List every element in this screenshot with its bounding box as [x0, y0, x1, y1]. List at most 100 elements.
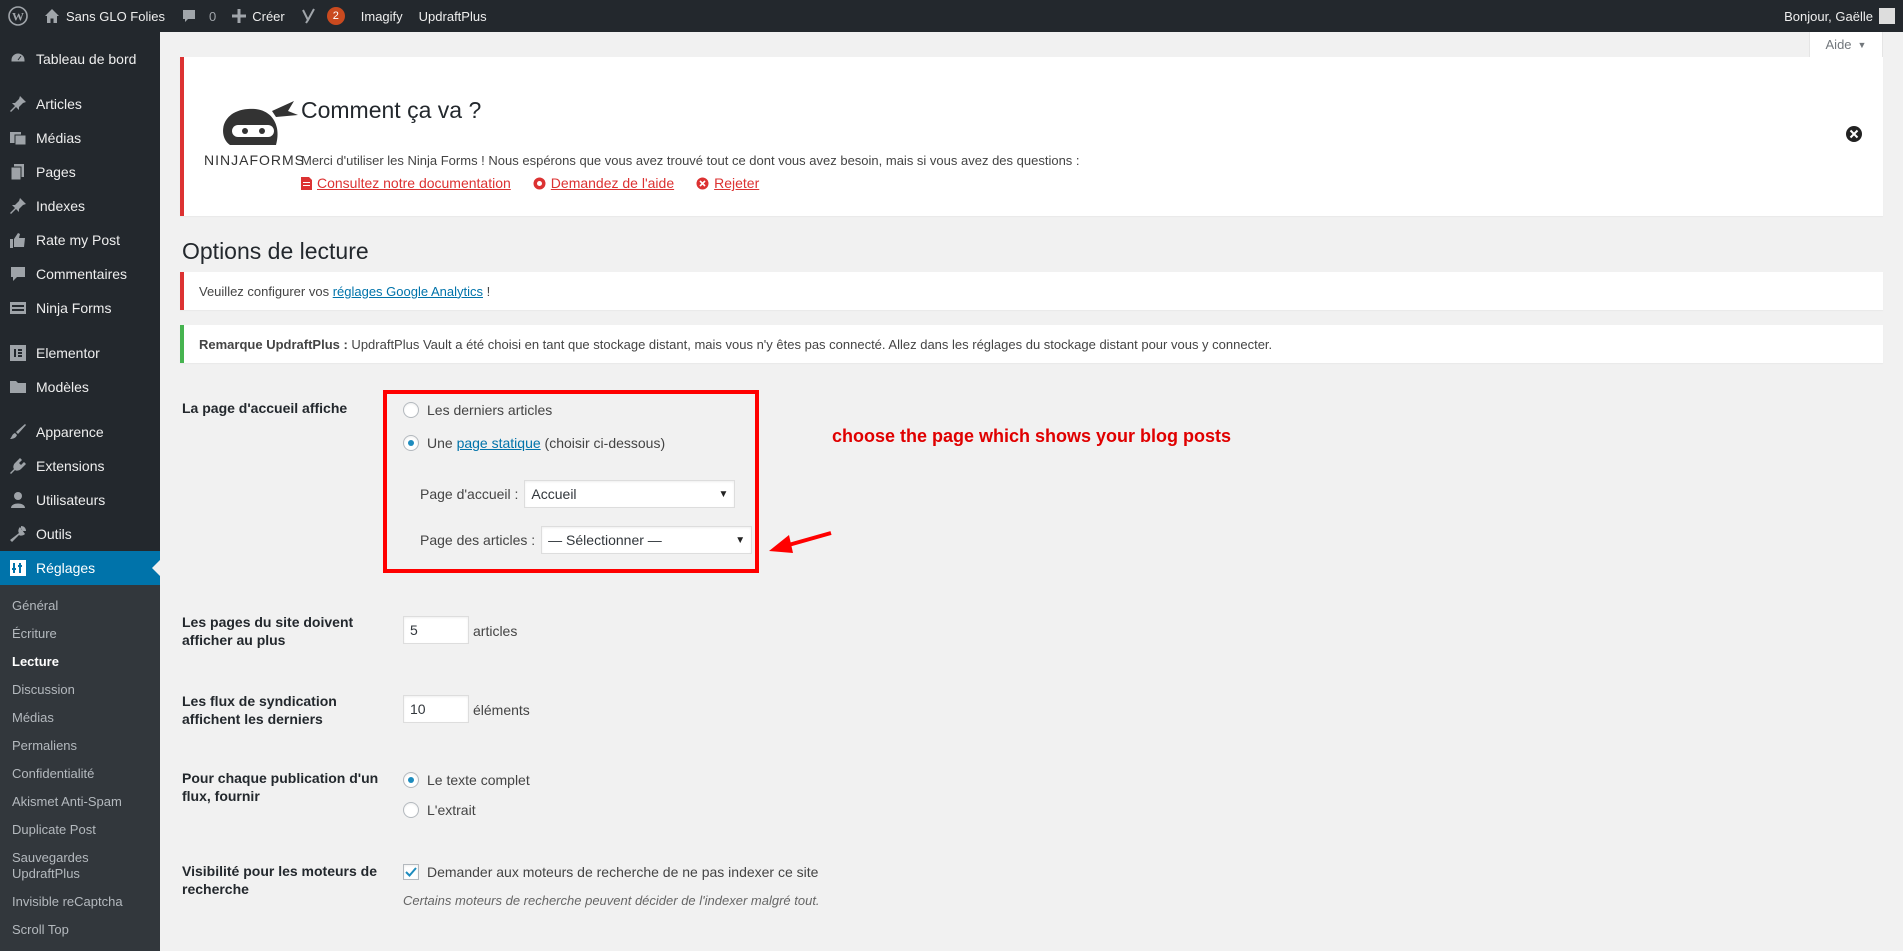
- submenu-permaliens[interactable]: Permaliens: [0, 732, 160, 760]
- pages-icon: [8, 162, 28, 182]
- radio-full-text[interactable]: Le texte complet: [403, 772, 530, 788]
- menu-label: Utilisateurs: [36, 492, 106, 508]
- form-icon: [8, 298, 28, 318]
- menu-label: Rate my Post: [36, 232, 121, 248]
- yoast-count-badge: 2: [326, 7, 345, 25]
- menu-articles[interactable]: Articles: [0, 87, 160, 121]
- wordpress-logo-icon[interactable]: W: [0, 0, 36, 32]
- menu-apparence[interactable]: Apparence: [0, 415, 160, 449]
- yoast-link[interactable]: 2: [293, 0, 353, 32]
- menu-outils[interactable]: Outils: [0, 517, 160, 551]
- elementor-icon: [8, 343, 28, 363]
- front-page-label: La page d'accueil affiche: [182, 400, 348, 416]
- docs-link-label: Consultez notre documentation: [317, 175, 511, 191]
- menu-label: Ninja Forms: [36, 300, 112, 316]
- menu-label: Modèles: [36, 379, 89, 395]
- folder-icon: [8, 377, 28, 397]
- notice-title: Comment ça va ?: [301, 97, 482, 123]
- pin-icon: [8, 94, 28, 114]
- submenu-duplicate-post[interactable]: Duplicate Post: [0, 816, 160, 844]
- thumbs-up-icon: [8, 230, 28, 250]
- create-label: Créer: [252, 8, 285, 24]
- updraft-notice-label: Remarque UpdraftPlus :: [199, 336, 348, 352]
- menu-utilisateurs[interactable]: Utilisateurs: [0, 483, 160, 517]
- menu-label: Extensions: [36, 458, 105, 474]
- menu-pages[interactable]: Pages: [0, 155, 160, 189]
- analytics-settings-link[interactable]: réglages Google Analytics: [333, 284, 483, 299]
- comments-link[interactable]: 0: [173, 0, 224, 32]
- submenu-medias[interactable]: Médias: [0, 704, 160, 732]
- radio-full-text-label: Le texte complet: [427, 772, 530, 788]
- submenu-lecture[interactable]: Lecture: [0, 648, 160, 676]
- admin-bar: W Sans GLO Folies 0 Créer 2 Imagify Updr…: [0, 0, 1903, 32]
- submenu-recaptcha[interactable]: Invisible reCaptcha: [0, 888, 160, 916]
- feed-items-input[interactable]: 10: [403, 695, 469, 723]
- radio-excerpt[interactable]: L'extrait: [403, 802, 476, 818]
- create-new-link[interactable]: Créer: [224, 0, 293, 32]
- menu-extensions[interactable]: Extensions: [0, 449, 160, 483]
- updraft-notice-text: UpdraftPlus Vault a été choisi en tant q…: [347, 336, 1273, 352]
- dismiss-icon: [696, 177, 709, 190]
- menu-separator: [0, 325, 160, 336]
- yoast-icon: [301, 8, 317, 24]
- submenu-discussion[interactable]: Discussion: [0, 676, 160, 704]
- radio-excerpt-label: L'extrait: [427, 802, 476, 818]
- user-icon: [8, 490, 28, 510]
- document-icon: [301, 176, 312, 190]
- menu-reglages[interactable]: Réglages: [0, 551, 160, 585]
- ninja-forms-logo: NINJAFORMS: [204, 97, 304, 177]
- menu-medias[interactable]: Médias: [0, 121, 160, 155]
- feed-items-suffix: éléments: [473, 702, 530, 718]
- site-name: Sans GLO Folies: [66, 8, 165, 24]
- submenu-general[interactable]: Général: [0, 592, 160, 620]
- submenu-updraftplus[interactable]: Sauvegardes UpdraftPlus: [0, 844, 160, 888]
- menu-separator: [0, 76, 160, 87]
- help-tab-label: Aide: [1825, 37, 1852, 52]
- docs-link[interactable]: Consultez notre documentation: [301, 175, 511, 191]
- close-icon[interactable]: [1845, 125, 1863, 143]
- radio-button-checked[interactable]: [403, 772, 419, 788]
- help-tab[interactable]: Aide ▼: [1809, 32, 1883, 58]
- submenu-akismet[interactable]: Akismet Anti-Spam: [0, 788, 160, 816]
- menu-label: Articles: [36, 96, 82, 112]
- noindex-checkbox[interactable]: [403, 864, 419, 880]
- menu-label: Indexes: [36, 198, 86, 214]
- caret-down-icon: ▼: [1857, 39, 1867, 50]
- noindex-checkbox-row[interactable]: Demander aux moteurs de recherche de ne …: [403, 864, 818, 880]
- menu-modeles[interactable]: Modèles: [0, 370, 160, 404]
- menu-ninja-forms[interactable]: Ninja Forms: [0, 291, 160, 325]
- menu-rate-my-post[interactable]: Rate my Post: [0, 223, 160, 257]
- radio-button[interactable]: [403, 802, 419, 818]
- menu-label: Tableau de bord: [36, 51, 137, 67]
- ninja-forms-wordmark: NINJAFORMS: [204, 152, 305, 168]
- dismiss-link[interactable]: Rejeter: [696, 175, 759, 191]
- settings-submenu: Général Écriture Lecture Discussion Médi…: [0, 585, 160, 951]
- menu-indexes[interactable]: Indexes: [0, 189, 160, 223]
- menu-label: Réglages: [36, 560, 96, 576]
- menu-label: Médias: [36, 130, 82, 146]
- comments-count: 0: [209, 8, 217, 24]
- plus-icon: [232, 9, 247, 23]
- submenu-scroll-top[interactable]: Scroll Top: [0, 916, 160, 944]
- help-link[interactable]: Demandez de l'aide: [533, 175, 674, 191]
- posts-per-page-input[interactable]: 5: [403, 616, 469, 644]
- menu-commentaires[interactable]: Commentaires: [0, 257, 160, 291]
- submenu-ecriture[interactable]: Écriture: [0, 620, 160, 648]
- menu-dashboard[interactable]: Tableau de bord: [0, 42, 160, 76]
- submenu-confidentialite[interactable]: Confidentialité: [0, 760, 160, 788]
- user-account-menu[interactable]: Bonjour, Gaëlle: [1776, 0, 1903, 32]
- dashboard-icon: [8, 49, 28, 69]
- annotation-text: choose the page which shows your blog po…: [832, 426, 1232, 446]
- posts-per-page-label: Les pages du site doivent afficher au pl…: [182, 614, 354, 648]
- updraftplus-link[interactable]: UpdraftPlus: [411, 0, 495, 32]
- analytics-notice-suffix: !: [483, 283, 491, 299]
- home-icon: [44, 8, 60, 24]
- site-name-link[interactable]: Sans GLO Folies: [36, 0, 173, 32]
- menu-label: Elementor: [36, 345, 100, 361]
- feed-items-label: Les flux de syndication affichent les de…: [182, 693, 337, 727]
- media-icon: [8, 128, 28, 148]
- svg-text:W: W: [12, 10, 24, 24]
- menu-elementor[interactable]: Elementor: [0, 336, 160, 370]
- greeting: Bonjour, Gaëlle: [1784, 8, 1873, 24]
- imagify-link[interactable]: Imagify: [353, 0, 411, 32]
